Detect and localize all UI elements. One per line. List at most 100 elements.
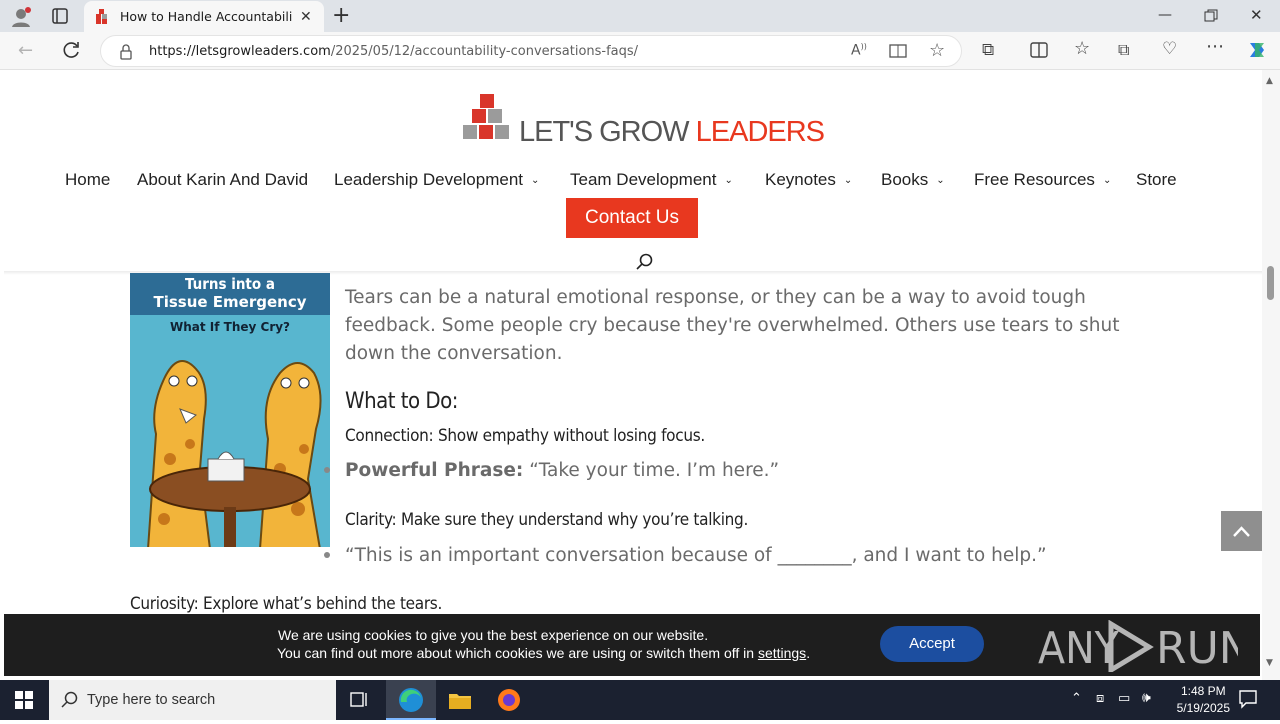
chevron-down-icon: ⌄ <box>531 175 540 186</box>
search-icon <box>61 691 79 709</box>
connection-subheading: Connection: Show empathy without losing … <box>345 426 705 446</box>
favorites-icon[interactable]: ☆ <box>1074 38 1090 59</box>
nav-home[interactable]: Home <box>65 170 110 190</box>
taskbar-clock[interactable]: 1:48 PM 5/19/2025 <box>1177 683 1230 717</box>
task-view-icon[interactable] <box>350 691 370 709</box>
scroll-down-arrow-icon[interactable]: ▼ <box>1266 658 1273 668</box>
giraffes-drawing <box>147 360 322 547</box>
logo-text-red: LEADERS <box>695 116 825 148</box>
clock-date: 5/19/2025 <box>1176 701 1230 715</box>
nav-leadership-label: Leadership Development <box>334 170 524 189</box>
back-icon[interactable]: ← <box>18 40 33 61</box>
tab-title: How to Handle Accountability C <box>120 9 292 24</box>
nav-free-resources-label: Free Resources <box>974 170 1095 189</box>
page-scrollbar[interactable]: ▲ ▼ <box>1262 70 1280 680</box>
contact-us-button[interactable]: Contact Us <box>566 198 698 238</box>
web-page: LET'S GROW LEADERS Home About Karin And … <box>4 70 1262 680</box>
cookie-text-line-1: We are using cookies to give you the bes… <box>278 627 709 643</box>
accept-cookies-button[interactable]: Accept <box>880 626 984 662</box>
scrollbar-thumb[interactable] <box>1267 266 1274 300</box>
nav-books-label: Books <box>881 170 929 189</box>
taskbar-search-box[interactable]: Type here to search <box>49 680 336 720</box>
nav-team-label: Team Development <box>570 170 717 189</box>
more-options-icon[interactable]: ⋯ <box>1206 36 1224 57</box>
nav-store[interactable]: Store <box>1136 170 1177 190</box>
paragraph-line: down the conversation. <box>345 343 563 364</box>
curiosity-subheading: Curiosity: Explore what’s behind the tea… <box>130 594 443 614</box>
copilot-icon[interactable] <box>1246 39 1268 61</box>
extensions-icon[interactable]: ⧉ <box>982 40 994 60</box>
clarity-quote: “This is an important conversation becau… <box>345 545 1047 566</box>
powerful-phrase-item: Powerful Phrase: “Take your time. I’m he… <box>345 457 779 485</box>
back-to-top-button[interactable] <box>1221 511 1262 551</box>
nav-about[interactable]: About Karin And David <box>137 170 308 190</box>
favorite-star-icon[interactable]: ☆ <box>929 40 945 61</box>
cookie-settings-link[interactable]: settings <box>758 645 806 661</box>
bullet <box>324 467 330 473</box>
browser-toolbar: ← https://letsgrowleaders.com/2025/05/12… <box>0 32 1280 70</box>
site-favicon <box>94 9 110 25</box>
collections-icon[interactable]: ⧉ <box>1118 40 1129 60</box>
active-tab[interactable]: How to Handle Accountability C ✕ <box>84 1 324 32</box>
logo-blocks-icon <box>463 94 509 139</box>
profile-icon[interactable] <box>10 6 32 28</box>
chevron-down-icon: ⌄ <box>1102 175 1112 186</box>
image-title-line-2: Tissue Emergency <box>153 293 307 311</box>
url-text[interactable]: https://letsgrowleaders.com/2025/05/12/a… <box>149 44 638 59</box>
windows-taskbar: Type here to search ⌃ ⧈ ▭ 🕪 1:48 PM 5/19… <box>0 680 1280 720</box>
chevron-up-icon <box>1233 526 1250 537</box>
refresh-icon[interactable] <box>62 40 82 60</box>
paragraph-line: Tears can be a natural emotional respons… <box>345 287 1086 308</box>
svg-text:RUN: RUN <box>1156 623 1238 672</box>
search-placeholder: Type here to search <box>87 692 216 708</box>
minimize-icon[interactable]: — <box>1158 7 1172 23</box>
nav-team-development[interactable]: Team Development ⌄ <box>570 170 733 190</box>
network-icon[interactable]: ▭ <box>1118 691 1130 706</box>
lock-icon[interactable] <box>119 44 133 60</box>
edge-taskbar-icon[interactable] <box>386 680 436 720</box>
logo-text-dark: LET'S GROW <box>519 116 690 148</box>
chevron-down-icon: ⌄ <box>843 175 853 186</box>
tray-chevron-up-icon[interactable]: ⌃ <box>1071 691 1082 706</box>
scroll-up-arrow-icon[interactable]: ▲ <box>1266 76 1273 86</box>
close-window-icon[interactable]: ✕ <box>1250 6 1263 24</box>
clarity-subheading: Clarity: Make sure they understand why y… <box>345 510 749 530</box>
restore-icon[interactable] <box>1204 8 1218 22</box>
cookie-text-line-2: You can find out more about which cookie… <box>277 645 810 661</box>
site-logo[interactable]: LET'S GROW LEADERS <box>461 94 825 148</box>
browser-essentials-icon[interactable]: ♡ <box>1162 39 1177 59</box>
chevron-down-icon: ⌄ <box>936 175 945 186</box>
image-title-line-1: Turns into a <box>185 275 275 293</box>
chevron-down-icon: ⌄ <box>724 175 733 186</box>
search-icon[interactable] <box>636 253 654 271</box>
tray-device-icon[interactable]: ⧈ <box>1096 691 1104 706</box>
file-explorer-icon[interactable] <box>448 690 472 710</box>
what-to-do-heading: What to Do: <box>345 389 458 414</box>
new-tab-icon[interactable]: + <box>332 3 350 28</box>
nav-leadership-development[interactable]: Leadership Development ⌄ <box>334 170 539 190</box>
nav-free-resources[interactable]: Free Resources ⌄ <box>974 170 1111 190</box>
bullet <box>324 552 330 558</box>
firefox-icon[interactable] <box>497 688 521 712</box>
tab-close-icon[interactable]: ✕ <box>300 9 312 25</box>
paragraph-line: feedback. Some people cry because they'r… <box>345 315 1120 336</box>
powerful-phrase-text: “Take your time. I’m here.” <box>523 460 780 481</box>
cookie-text-period: . <box>806 645 811 661</box>
address-bar[interactable]: https://letsgrowleaders.com/2025/05/12/a… <box>100 35 962 67</box>
nav-books[interactable]: Books ⌄ <box>881 170 945 190</box>
split-screen-icon[interactable] <box>1030 42 1048 58</box>
nav-keynotes-label: Keynotes <box>765 170 836 189</box>
cookie-banner: We are using cookies to give you the bes… <box>4 614 1260 676</box>
read-aloud-icon[interactable]: A)) <box>851 42 867 59</box>
clock-time: 1:48 PM <box>1180 684 1226 698</box>
immersive-reader-icon[interactable] <box>889 43 907 59</box>
volume-icon[interactable]: 🕪 <box>1142 690 1151 706</box>
notification-icon[interactable] <box>1238 689 1258 709</box>
image-subtitle: What If They Cry? <box>169 320 291 334</box>
anyrun-watermark: ANY RUN <box>1038 619 1252 675</box>
svg-text:ANY: ANY <box>1038 623 1120 672</box>
nav-keynotes[interactable]: Keynotes ⌄ <box>765 170 852 190</box>
start-button-icon[interactable] <box>15 691 33 709</box>
browser-tab-bar: How to Handle Accountability C ✕ + — ✕ <box>0 0 1280 32</box>
tab-actions-icon[interactable] <box>52 8 68 24</box>
